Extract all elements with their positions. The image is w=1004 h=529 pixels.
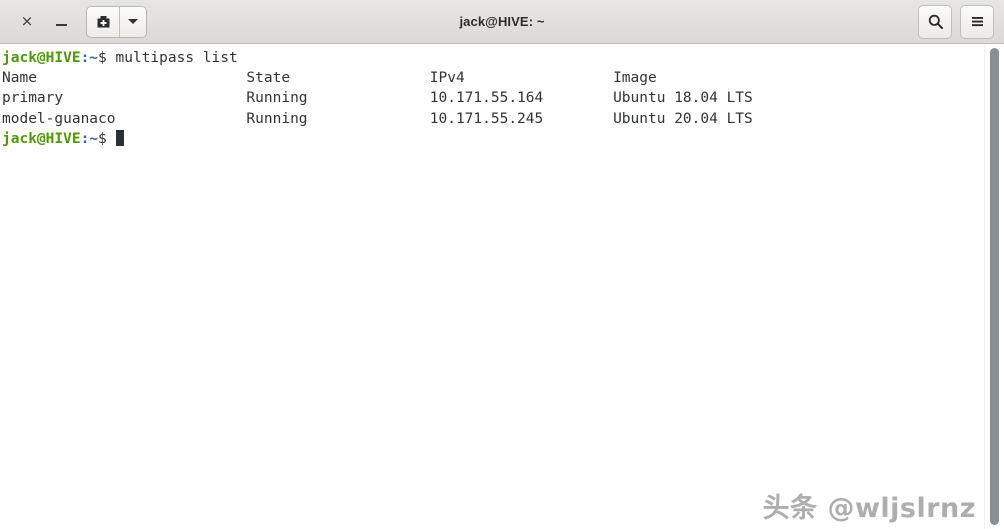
search-icon xyxy=(928,14,943,29)
new-terminal-button[interactable] xyxy=(87,6,120,37)
terminal-body: jack@HIVE:~$ multipass list Name State IP… xyxy=(0,44,1004,529)
new-terminal-plus-icon xyxy=(97,16,109,28)
prompt-path: :~ xyxy=(80,50,99,66)
title-bar-left-controls: × xyxy=(10,5,147,38)
title-bar: × jack@HIVE: ~ xyxy=(0,0,1004,44)
terminal-table-row: primary Running 10.171.55.164 Ubuntu 18.… xyxy=(2,90,753,107)
prompt-user-host: jack@HIVE xyxy=(2,130,81,147)
terminal-scrollbar[interactable] xyxy=(984,44,1004,529)
menu-button[interactable] xyxy=(960,4,994,39)
new-terminal-split-button xyxy=(86,5,147,38)
prompt-user-host: jack@HIVE xyxy=(2,50,81,66)
close-button[interactable]: × xyxy=(10,7,44,37)
terminal-table-row: model-guanaco Running 10.171.55.245 Ubun… xyxy=(2,110,753,127)
chevron-down-icon xyxy=(128,19,138,24)
new-terminal-dropdown-button[interactable] xyxy=(120,7,146,37)
prompt-symbol: $ xyxy=(98,50,107,66)
prompt-path: :~ xyxy=(80,130,99,147)
prompt-symbol: $ xyxy=(98,130,107,147)
terminal-line-command: jack@HIVE:~$ multipass list xyxy=(2,48,984,68)
close-icon: × xyxy=(20,12,34,30)
terminal-window: × jack@HIVE: ~ jack@HIVE:~$ multipass li… xyxy=(0,0,1004,529)
title-bar-right-controls xyxy=(918,4,994,39)
terminal-table-header: Name State IPv4 Image xyxy=(2,70,657,87)
terminal-command: multipass list xyxy=(106,50,238,66)
terminal-screen[interactable]: jack@HIVE:~$ multipass list Name State IP… xyxy=(0,44,984,529)
minimize-icon xyxy=(55,24,67,26)
hamburger-menu-icon xyxy=(971,17,983,27)
terminal-line-prompt: jack@HIVE:~$ xyxy=(2,129,984,149)
scrollbar-track[interactable] xyxy=(989,48,1000,525)
terminal-cursor xyxy=(115,129,125,146)
window-title: jack@HIVE: ~ xyxy=(459,14,545,29)
minimize-button[interactable] xyxy=(44,7,78,37)
search-button[interactable] xyxy=(918,4,952,39)
scrollbar-thumb[interactable] xyxy=(990,48,999,525)
